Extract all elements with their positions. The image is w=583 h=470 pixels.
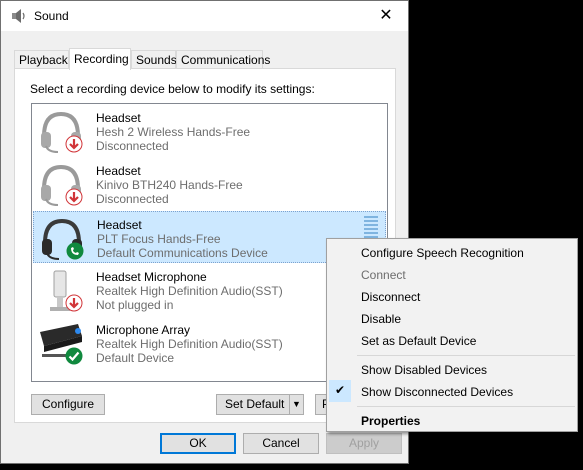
phone-badge-icon [66,242,84,260]
menu-item-show-disabled[interactable]: Show Disabled Devices [361,363,487,377]
device-description: Realtek High Definition Audio(SST) [96,337,283,351]
menu-item-disable[interactable]: Disable [361,312,401,326]
menu-item-properties[interactable]: Properties [361,414,420,428]
set-default-button[interactable]: Set Default ▼ [216,394,304,415]
device-status: Default Communications Device [97,246,268,260]
menu-separator [357,406,575,407]
instruction-text: Select a recording device below to modif… [30,82,315,96]
list-item[interactable]: Headset Hesh 2 Wireless Hands-Free Disco… [33,105,386,157]
checkmark-icon: ✔ [335,383,346,397]
set-default-label: Set Default [225,397,285,411]
device-description: Realtek High Definition Audio(SST) [96,284,283,298]
device-name: Headset Microphone [96,270,207,284]
device-description: PLT Focus Hands-Free [97,232,221,246]
device-description: Kinivo BTH240 Hands-Free [96,178,243,192]
speaker-icon [12,9,25,23]
check-badge-icon [65,347,83,365]
context-menu: Configure Speech Recognition Connect Dis… [326,238,578,432]
dropdown-arrow-icon[interactable]: ▼ [292,395,301,414]
device-name: Headset [97,218,142,232]
close-button[interactable]: ✕ [376,7,396,25]
split-divider [289,395,290,414]
menu-item-configure-speech[interactable]: Configure Speech Recognition [361,246,524,260]
tab-recording[interactable]: Recording [69,48,131,70]
list-item[interactable]: Headset Kinivo BTH240 Hands-Free Disconn… [33,158,386,210]
device-status: Disconnected [96,139,169,153]
device-description: Hesh 2 Wireless Hands-Free [96,125,251,139]
configure-button[interactable]: Configure [31,394,105,415]
tab-playback[interactable]: Playback [14,50,69,68]
ok-button[interactable]: OK [160,433,236,454]
title-bar[interactable]: Sound ✕ [1,1,408,31]
device-status: Default Device [96,351,175,365]
menu-item-set-default[interactable]: Set as Default Device [361,334,476,348]
disconnected-badge-icon [65,188,83,206]
menu-item-show-disconnected[interactable]: Show Disconnected Devices [361,385,513,399]
cancel-button[interactable]: Cancel [243,433,319,454]
tab-communications[interactable]: Communications [176,50,270,68]
menu-item-disconnect[interactable]: Disconnect [361,290,420,304]
device-status: Not plugged in [96,298,174,312]
device-name: Microphone Array [96,323,191,337]
tab-sounds[interactable]: Sounds [131,50,177,68]
menu-separator [357,355,575,356]
device-name: Headset [96,164,141,178]
window-title: Sound [34,9,69,23]
disconnected-badge-icon [65,135,83,153]
device-status: Disconnected [96,192,169,206]
disconnected-badge-icon [65,294,83,312]
menu-item-connect[interactable]: Connect [361,268,406,282]
apply-button[interactable]: Apply [326,433,402,454]
device-name: Headset [96,111,141,125]
